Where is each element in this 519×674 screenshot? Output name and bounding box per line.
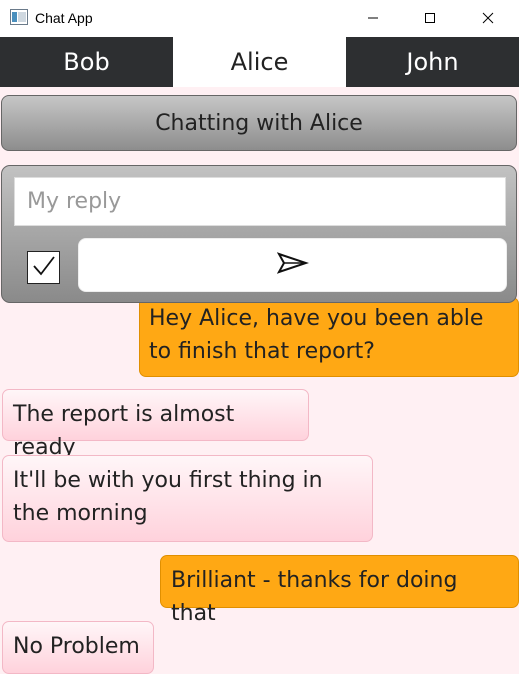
close-icon	[482, 9, 494, 28]
checkmark-icon	[32, 255, 56, 281]
window-title: Chat App	[35, 10, 93, 26]
message-bubble-outgoing: Hey Alice, have you been able to finish …	[139, 297, 519, 377]
minimize-button[interactable]	[344, 0, 402, 37]
chat-header: Chatting with Alice	[1, 95, 517, 151]
send-icon	[276, 252, 309, 278]
close-button[interactable]	[459, 0, 517, 37]
minimize-icon	[367, 9, 379, 28]
reply-input[interactable]	[14, 177, 506, 226]
reply-checkbox[interactable]	[27, 251, 60, 284]
reply-panel	[1, 165, 517, 303]
contact-tabs: Bob Alice John	[0, 37, 519, 87]
tab-john[interactable]: John	[346, 37, 519, 87]
app-window-icon	[10, 9, 28, 25]
maximize-icon	[424, 9, 436, 28]
send-button[interactable]	[78, 238, 507, 292]
tab-bob[interactable]: Bob	[0, 37, 173, 87]
message-bubble-outgoing: Brilliant - thanks for doing that	[160, 555, 519, 626]
tab-alice[interactable]: Alice	[173, 37, 346, 87]
message-bubble-incoming: No Problem	[2, 621, 154, 674]
title-bar: Chat App	[0, 0, 519, 37]
maximize-button[interactable]	[401, 0, 459, 37]
message-bubble-incoming: The report is almost ready	[2, 389, 309, 460]
message-bubble-incoming: It'll be with you first thing in the mor…	[2, 455, 373, 542]
